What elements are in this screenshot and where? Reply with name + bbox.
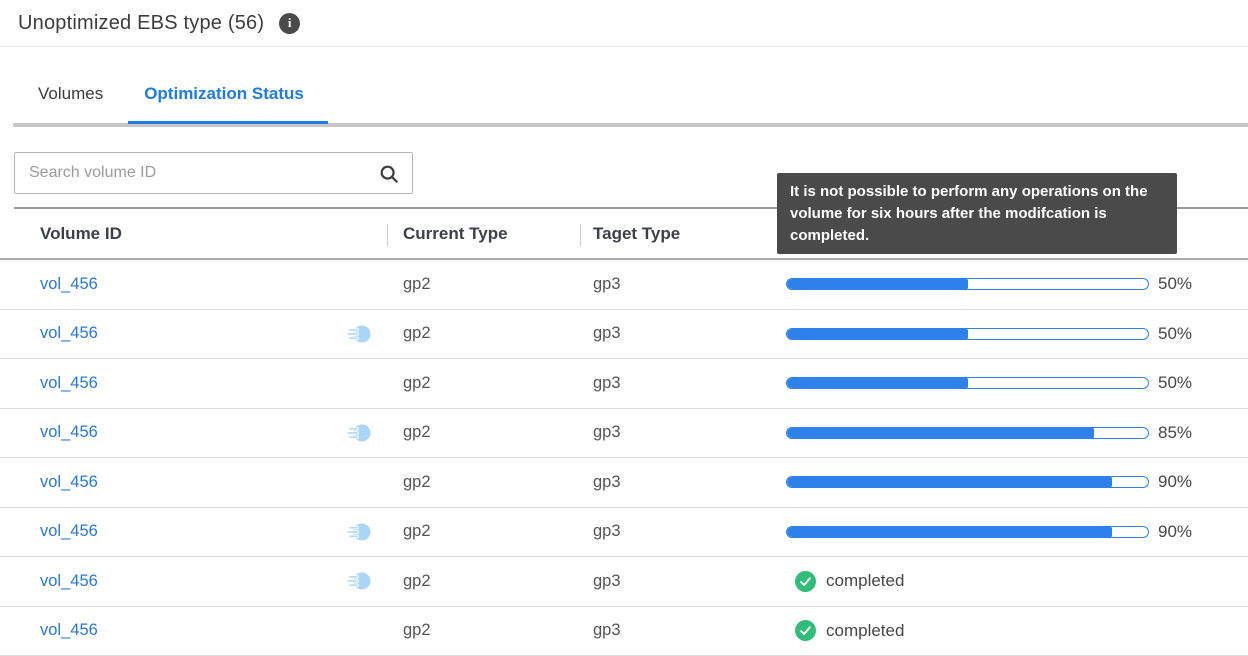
table-row: vol_456 gp2 gp3 completed (0, 557, 1248, 607)
progress-bar-fill (787, 279, 968, 289)
column-header-current-type[interactable]: Current Type (387, 209, 580, 258)
volume-id-link[interactable]: vol_456 (40, 275, 98, 294)
info-icon[interactable]: i (279, 13, 300, 34)
current-type-cell: gp2 (387, 409, 580, 458)
page-header: Unoptimized EBS type (56) i (0, 0, 1248, 47)
progress-bar-fill (787, 378, 968, 388)
progress-bar (786, 476, 1149, 488)
progress-bar (786, 328, 1149, 340)
table-row: vol_456 gp2 gp3 50% (0, 359, 1248, 409)
modification-status-cell: 50% (777, 260, 1248, 309)
target-type-cell: gp3 (580, 607, 777, 656)
progress-percent: 90% (1158, 522, 1192, 542)
target-type-cell: gp3 (580, 409, 777, 458)
target-type-cell: gp3 (580, 310, 777, 359)
table-row: vol_456 gp2 gp3 85% (0, 409, 1248, 459)
volume-id-link[interactable]: vol_456 (40, 522, 98, 541)
volume-id-cell: vol_456 (0, 557, 387, 606)
volume-id-link[interactable]: vol_456 (40, 324, 98, 343)
volume-id-link[interactable]: vol_456 (40, 572, 98, 591)
volume-id-cell: vol_456 (0, 359, 387, 408)
search-input[interactable] (15, 153, 412, 193)
target-type-cell: gp3 (580, 359, 777, 408)
progress-bar-fill (787, 527, 1112, 537)
current-type-cell: gp2 (387, 260, 580, 309)
table-row: vol_456 gp2 gp3 90% (0, 458, 1248, 508)
modification-status-cell: 50% (777, 359, 1248, 408)
status-completed: completed (786, 571, 904, 592)
fast-transfer-icon (346, 321, 372, 347)
fast-transfer-icon (346, 420, 372, 446)
status-completed: completed (786, 620, 904, 641)
volume-id-cell: vol_456 (0, 508, 387, 557)
target-type-cell: gp3 (580, 458, 777, 507)
fast-transfer-icon (346, 568, 372, 594)
modification-status-cell: 90% (777, 458, 1248, 507)
modification-status-cell: completed (777, 557, 1248, 606)
volume-id-cell: vol_456 (0, 260, 387, 309)
progress-bar (786, 377, 1149, 389)
volume-id-cell: vol_456 (0, 310, 387, 359)
tabs: Volumes Optimization Status (0, 47, 1248, 104)
tab-volumes[interactable]: Volumes (38, 84, 103, 104)
status-label: completed (826, 621, 904, 641)
progress-percent: 50% (1158, 324, 1192, 344)
progress-percent: 90% (1158, 472, 1192, 492)
modification-status-tooltip: It is not possible to perform any operat… (777, 173, 1177, 254)
modification-status-cell: 90% (777, 508, 1248, 557)
target-type-cell: gp3 (580, 508, 777, 557)
current-type-cell: gp2 (387, 458, 580, 507)
volume-id-link[interactable]: vol_456 (40, 374, 98, 393)
volume-id-cell: vol_456 (0, 607, 387, 656)
modification-status-cell: 50% (777, 310, 1248, 359)
page-title: Unoptimized EBS type (56) (18, 12, 264, 35)
search-box (14, 152, 413, 194)
modification-status-cell: completed (777, 607, 1248, 656)
table-row: vol_456 gp2 gp3 90% (0, 508, 1248, 558)
target-type-cell: gp3 (580, 260, 777, 309)
status-label: completed (826, 571, 904, 591)
table-row: vol_456 gp2 gp3 50% (0, 310, 1248, 360)
progress-bar-fill (787, 329, 968, 339)
check-circle-icon (795, 571, 816, 592)
volume-id-cell: vol_456 (0, 409, 387, 458)
table-row: vol_456 gp2 gp3 completed (0, 607, 1248, 656)
target-type-cell: gp3 (580, 557, 777, 606)
progress-percent: 85% (1158, 423, 1192, 443)
progress-bar (786, 278, 1149, 290)
progress-percent: 50% (1158, 373, 1192, 393)
fast-transfer-icon (346, 519, 372, 545)
table-body: vol_456 gp2 gp3 50% vol_456 gp2 gp3 50% … (0, 260, 1248, 656)
volume-id-link[interactable]: vol_456 (40, 473, 98, 492)
active-tab-underline (128, 121, 328, 124)
check-circle-icon (795, 620, 816, 641)
current-type-cell: gp2 (387, 310, 580, 359)
column-header-target-type[interactable]: Taget Type (580, 209, 777, 258)
volume-id-link[interactable]: vol_456 (40, 423, 98, 442)
volume-id-link[interactable]: vol_456 (40, 621, 98, 640)
current-type-cell: gp2 (387, 508, 580, 557)
column-header-volume-id[interactable]: Volume ID (0, 209, 387, 258)
search-icon[interactable] (378, 163, 400, 185)
current-type-cell: gp2 (387, 557, 580, 606)
progress-bar-fill (787, 428, 1094, 438)
progress-bar (786, 526, 1149, 538)
progress-bar (786, 427, 1149, 439)
volumes-table: It is not possible to perform any operat… (0, 207, 1248, 656)
tab-optimization-status[interactable]: Optimization Status (144, 84, 304, 104)
volume-id-cell: vol_456 (0, 458, 387, 507)
progress-bar-fill (787, 477, 1112, 487)
progress-percent: 50% (1158, 274, 1192, 294)
tabs-section: Volumes Optimization Status (0, 47, 1248, 127)
table-row: vol_456 gp2 gp3 50% (0, 260, 1248, 310)
current-type-cell: gp2 (387, 359, 580, 408)
modification-status-cell: 85% (777, 409, 1248, 458)
current-type-cell: gp2 (387, 607, 580, 656)
